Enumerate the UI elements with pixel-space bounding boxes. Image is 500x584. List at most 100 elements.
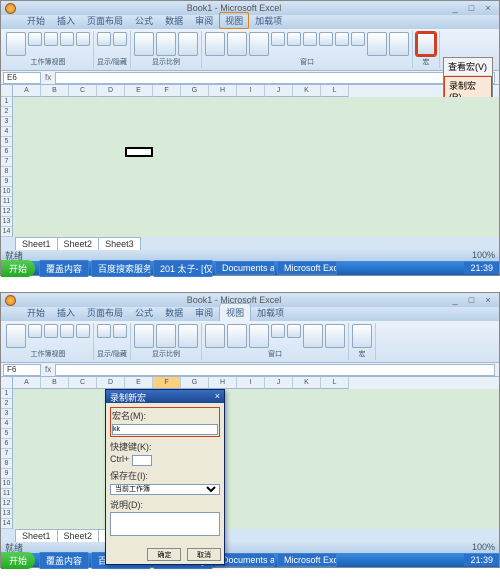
formula-bar[interactable] xyxy=(55,72,495,84)
system-tray[interactable]: 21:39 xyxy=(464,262,499,274)
tab-insert[interactable]: 插入 xyxy=(51,12,81,29)
tab-addins[interactable]: 加载项 xyxy=(249,12,288,29)
office-button[interactable] xyxy=(5,3,16,14)
taskbar-button[interactable]: 201 太子- [仅读] xyxy=(153,260,213,277)
custom-view-icon[interactable] xyxy=(60,324,74,338)
zoomselection-icon[interactable] xyxy=(178,324,198,348)
active-cell[interactable] xyxy=(125,147,153,157)
desc-textarea[interactable] xyxy=(110,512,220,536)
split-icon[interactable] xyxy=(271,324,285,338)
col-header[interactable]: F xyxy=(153,85,181,97)
arrangeall-icon[interactable] xyxy=(227,324,247,348)
ruler-icon[interactable] xyxy=(97,32,111,46)
row-header[interactable]: 6 xyxy=(1,147,12,157)
tab-formulas[interactable]: 公式 xyxy=(129,12,159,29)
cells-area[interactable] xyxy=(13,389,499,529)
row-header[interactable]: 7 xyxy=(1,449,12,459)
sheet-tab[interactable]: Sheet3 xyxy=(98,237,141,250)
zoomselection-icon[interactable] xyxy=(178,32,198,56)
row-header[interactable]: 10 xyxy=(1,479,12,489)
row-header[interactable]: 13 xyxy=(1,509,12,519)
col-header[interactable]: A xyxy=(13,377,41,389)
start-button[interactable]: 开始 xyxy=(1,552,35,569)
zoom-level[interactable]: 100% xyxy=(472,542,495,552)
tab-pagelayout[interactable]: 页面布局 xyxy=(81,304,129,321)
macros-button[interactable] xyxy=(352,324,372,348)
sheet-tab[interactable]: Sheet2 xyxy=(57,529,100,542)
system-tray[interactable]: 21:39 xyxy=(464,554,499,566)
tab-review[interactable]: 审阅 xyxy=(189,304,219,321)
col-header[interactable]: D xyxy=(97,85,125,97)
sheet-tab[interactable]: Sheet2 xyxy=(57,237,100,250)
pagebreak-icon[interactable] xyxy=(44,324,58,338)
taskbar-button[interactable]: 覆盖内容 xyxy=(39,552,89,569)
cancel-button[interactable]: 取消 xyxy=(187,548,221,561)
saveworkspace-icon[interactable] xyxy=(303,324,323,348)
normal-view-icon[interactable] xyxy=(6,324,26,348)
taskbar-button[interactable]: Microsoft Excel xyxy=(277,261,337,275)
row-header[interactable]: 4 xyxy=(1,127,12,137)
col-header[interactable]: B xyxy=(41,85,69,97)
tab-addins[interactable]: 加载项 xyxy=(251,304,290,321)
name-box[interactable] xyxy=(3,72,41,84)
row-header[interactable]: 5 xyxy=(1,429,12,439)
col-header[interactable]: G xyxy=(181,85,209,97)
saveworkspace-icon[interactable] xyxy=(367,32,387,56)
start-button[interactable]: 开始 xyxy=(1,260,35,277)
freeze-icon[interactable] xyxy=(249,324,269,348)
unhide-icon[interactable] xyxy=(303,32,317,46)
tab-home[interactable]: 开始 xyxy=(21,12,51,29)
col-header[interactable]: B xyxy=(41,377,69,389)
row-header[interactable]: 3 xyxy=(1,409,12,419)
col-header[interactable]: H xyxy=(209,377,237,389)
close-button[interactable]: × xyxy=(481,295,495,305)
row-header[interactable]: 1 xyxy=(1,97,12,107)
shortcut-input[interactable] xyxy=(132,455,152,466)
taskbar-button[interactable]: 覆盖内容 xyxy=(39,260,89,277)
row-header[interactable]: 2 xyxy=(1,107,12,117)
col-header[interactable]: K xyxy=(293,85,321,97)
normal-view-icon[interactable] xyxy=(6,32,26,56)
fullscreen-icon[interactable] xyxy=(76,324,90,338)
tab-formulas[interactable]: 公式 xyxy=(129,304,159,321)
row-header[interactable]: 6 xyxy=(1,439,12,449)
col-header[interactable]: L xyxy=(321,85,349,97)
split-icon[interactable] xyxy=(271,32,285,46)
dialog-titlebar[interactable]: 录制新宏 × xyxy=(106,390,224,403)
col-header[interactable]: F xyxy=(153,377,181,389)
macro-name-input[interactable] xyxy=(112,424,218,435)
col-header[interactable]: G xyxy=(181,377,209,389)
col-header[interactable]: A xyxy=(13,85,41,97)
row-header[interactable]: 3 xyxy=(1,117,12,127)
custom-view-icon[interactable] xyxy=(60,32,74,46)
tab-data[interactable]: 数据 xyxy=(159,304,189,321)
row-header[interactable]: 8 xyxy=(1,167,12,177)
close-button[interactable]: × xyxy=(481,3,495,13)
minimize-button[interactable]: _ xyxy=(448,3,462,13)
resetpos-icon[interactable] xyxy=(351,32,365,46)
gridlines-icon[interactable] xyxy=(113,324,127,338)
row-header[interactable]: 1 xyxy=(1,389,12,399)
col-header[interactable]: K xyxy=(293,377,321,389)
zoom-icon[interactable] xyxy=(134,32,154,56)
row-header[interactable]: 2 xyxy=(1,399,12,409)
tab-review[interactable]: 审阅 xyxy=(189,12,219,29)
col-header[interactable]: C xyxy=(69,377,97,389)
col-header[interactable]: I xyxy=(237,377,265,389)
tab-data[interactable]: 数据 xyxy=(159,12,189,29)
zoom-level[interactable]: 100% xyxy=(472,250,495,260)
col-header[interactable]: D xyxy=(97,377,125,389)
row-header[interactable]: 14 xyxy=(1,227,12,237)
row-header[interactable]: 10 xyxy=(1,187,12,197)
newwindow-icon[interactable] xyxy=(205,32,225,56)
row-header[interactable]: 11 xyxy=(1,197,12,207)
tab-view[interactable]: 视图 xyxy=(219,12,249,29)
switchwindow-icon[interactable] xyxy=(389,32,409,56)
col-header[interactable]: I xyxy=(237,85,265,97)
hide-icon[interactable] xyxy=(287,32,301,46)
tab-insert[interactable]: 插入 xyxy=(51,304,81,321)
tab-pagelayout[interactable]: 页面布局 xyxy=(81,12,129,29)
row-header[interactable]: 9 xyxy=(1,177,12,187)
row-header[interactable]: 4 xyxy=(1,419,12,429)
taskbar-button[interactable]: Microsoft Excel xyxy=(277,553,337,567)
